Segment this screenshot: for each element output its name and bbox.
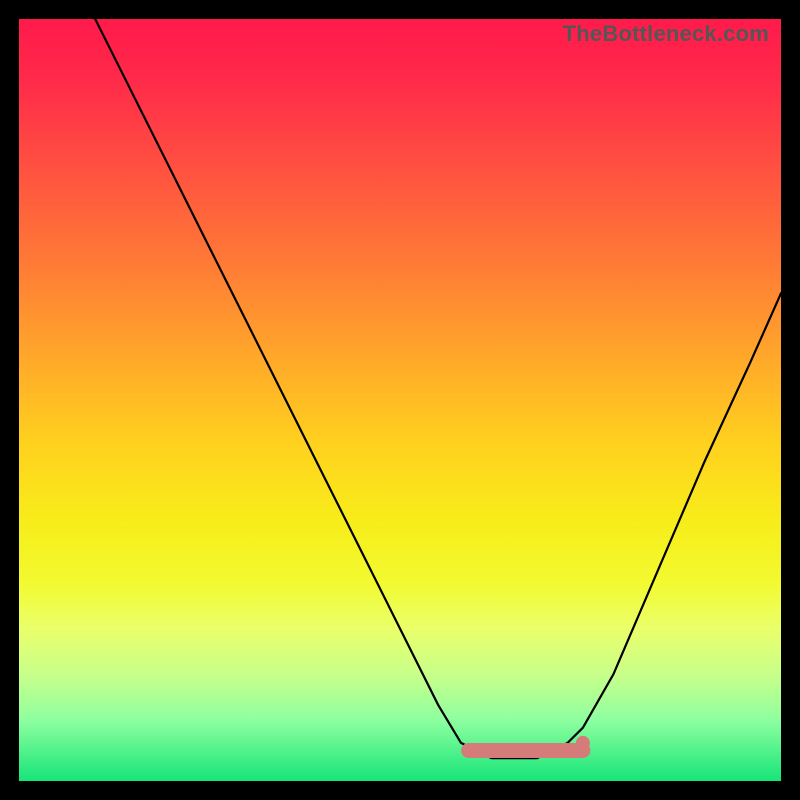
watermark-text: TheBottleneck.com bbox=[563, 21, 769, 47]
chart-frame: TheBottleneck.com bbox=[0, 0, 800, 800]
chart-svg bbox=[19, 19, 781, 781]
chart-plot-area: TheBottleneck.com bbox=[19, 19, 781, 781]
bottleneck-curve-line bbox=[95, 19, 781, 758]
sweet-spot-marker bbox=[576, 736, 590, 750]
